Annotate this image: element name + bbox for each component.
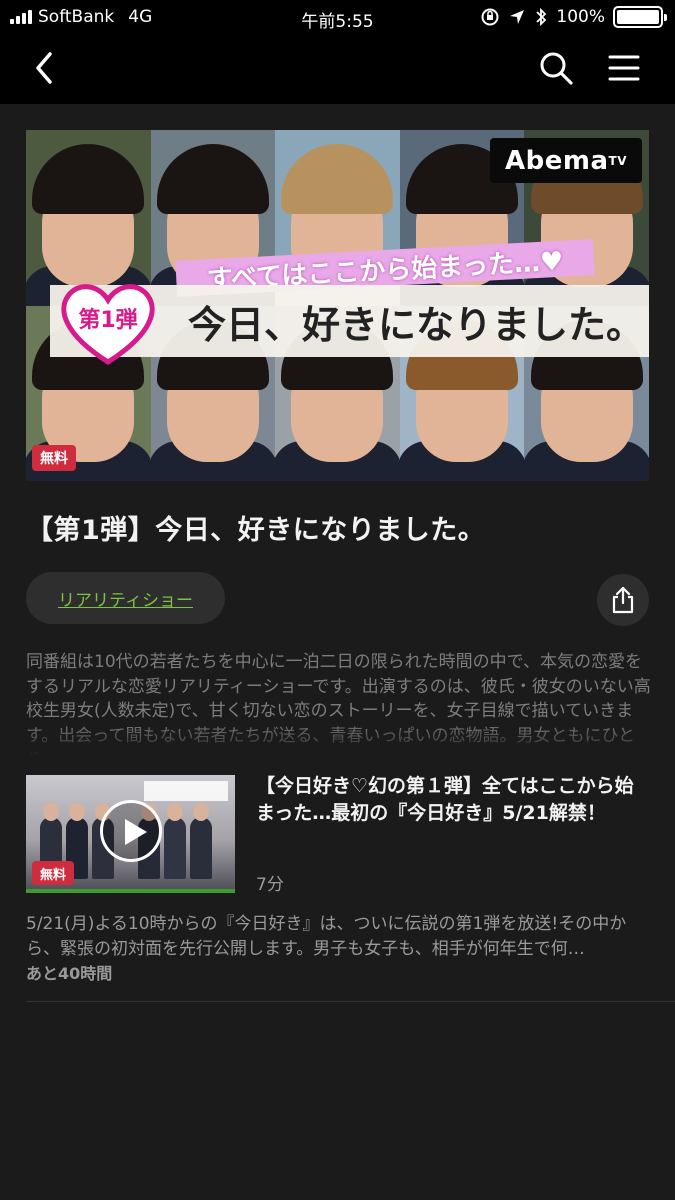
hero-image[interactable]: Abema TV すべてはここから始まった…♥ 今日、好きになりました。 第1弾 … <box>26 130 649 481</box>
search-icon[interactable] <box>536 48 576 88</box>
play-icon[interactable] <box>100 800 162 862</box>
episode-title[interactable]: 【今日好き♡幻の第１弾】全てはここから始まった…最初の『今日好き』5/21解禁！ <box>256 773 650 827</box>
episode-thumbnail[interactable]: 無料 <box>26 775 235 893</box>
orientation-lock-icon <box>481 8 499 26</box>
description-fade <box>26 722 651 758</box>
battery-percent: 100% <box>556 7 605 27</box>
menu-icon[interactable] <box>604 50 644 86</box>
share-button[interactable] <box>597 574 649 626</box>
genre-chip[interactable]: リアリティショー <box>26 572 225 624</box>
abema-tv-logo: Abema TV <box>490 138 642 183</box>
location-icon <box>510 10 525 24</box>
status-bar: SoftBank 4G 午前5:55 100% <box>0 0 675 34</box>
heart-badge: 第1弾 <box>54 276 162 368</box>
program-title: 【第1弾】今日、好きになりました。 <box>26 515 486 546</box>
episode-duration: 7分 <box>256 875 284 895</box>
episode-free-badge: 無料 <box>32 861 74 885</box>
watch-progress-bar <box>26 889 235 893</box>
bluetooth-icon <box>536 7 547 27</box>
thumbnail-caption-box <box>144 781 228 801</box>
battery-icon <box>613 6 667 28</box>
divider <box>26 1001 675 1002</box>
back-icon[interactable] <box>26 48 66 88</box>
free-badge: 無料 <box>32 445 76 471</box>
heart-badge-text: 第1弾 <box>78 308 138 333</box>
episode-remaining-time: あと40時間 <box>26 964 113 983</box>
status-right: 100% <box>480 6 667 28</box>
episode-description: 5/21(月)よる10時からの『今日好き』は、ついに伝説の第1弾を放送!その中か… <box>26 914 627 959</box>
share-icon <box>612 586 634 614</box>
